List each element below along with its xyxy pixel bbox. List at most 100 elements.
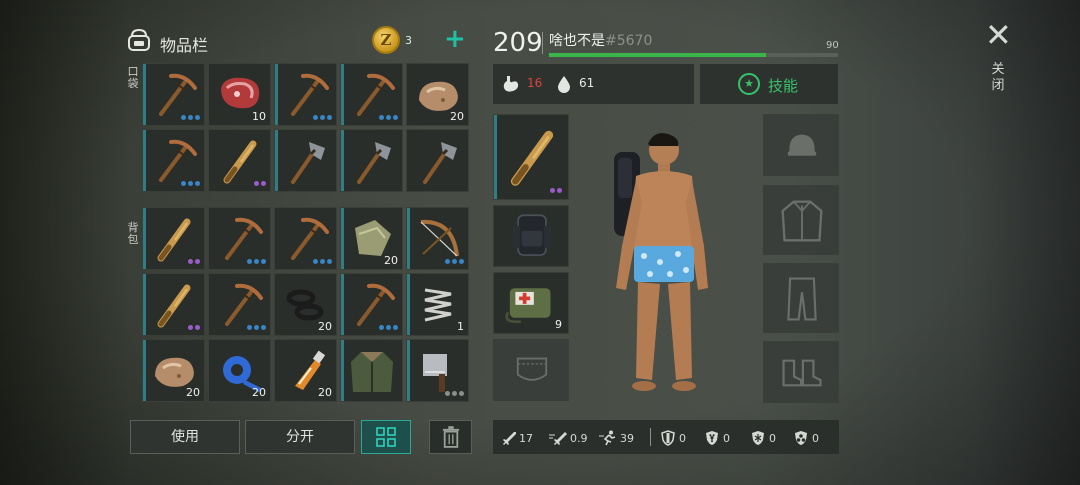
rarity-dots <box>379 115 398 120</box>
pocket-slot[interactable] <box>406 129 469 192</box>
pickaxe-icon <box>291 217 329 260</box>
pickaxe-icon <box>291 73 329 116</box>
pocket-slot[interactable] <box>142 129 205 192</box>
backpack-slot[interactable] <box>208 273 271 336</box>
damage-value: 17 <box>519 431 533 445</box>
item-count: 20 <box>318 386 332 399</box>
rarity-dots <box>247 325 266 330</box>
radiation-stat: 0 <box>704 430 730 446</box>
rarity-dots <box>313 115 332 120</box>
boots-outline-icon <box>782 359 822 387</box>
pickaxe-icon <box>159 73 197 116</box>
pocket-slot[interactable] <box>274 63 337 126</box>
pocket-grid: 10 20 <box>142 63 469 192</box>
split-button[interactable]: 分开 <box>245 420 355 454</box>
rarity-dots <box>181 115 200 120</box>
coin-icon: Z <box>372 26 400 54</box>
pocket-slot[interactable] <box>340 63 403 126</box>
move-speed-value: 39 <box>620 431 634 445</box>
backpack-slot[interactable]: 20 <box>142 339 205 402</box>
backpack-header-icon <box>128 28 150 51</box>
shield-icon <box>661 430 675 446</box>
backpack-slot[interactable]: 20 <box>274 339 337 402</box>
snowflake-shield-icon <box>752 431 764 445</box>
medkit-count: 9 <box>555 318 562 331</box>
rarity-dots <box>445 391 464 396</box>
torso-slot[interactable] <box>763 185 839 255</box>
survival-stats: 16 61 <box>493 64 694 104</box>
thirst-value: 61 <box>579 76 595 90</box>
trash-button[interactable] <box>429 420 472 454</box>
medkit-bag-icon <box>505 288 551 324</box>
backpack-slot[interactable]: 20 <box>208 339 271 402</box>
medkit-slot[interactable]: 9 <box>493 272 569 334</box>
add-coins-button[interactable]: + <box>444 24 466 54</box>
player-tag: #5670 <box>605 33 653 49</box>
legs-slot[interactable] <box>763 263 839 333</box>
backpack-slot[interactable] <box>406 339 469 402</box>
backpack-slot[interactable] <box>340 339 403 402</box>
damage-stat: 17 <box>500 430 533 446</box>
rarity-dots <box>188 259 200 264</box>
pocket-slot[interactable]: 20 <box>406 63 469 126</box>
attack-speed-value: 0.9 <box>570 431 588 445</box>
item-count: 20 <box>252 386 266 399</box>
pocket-slot[interactable] <box>493 339 569 401</box>
rarity-dots <box>188 325 200 330</box>
item-count: 20 <box>384 254 398 267</box>
close-button[interactable]: ✕ <box>985 19 1012 51</box>
rarity-dots <box>445 259 464 264</box>
grid-icon <box>376 427 396 447</box>
xp-bar <box>549 53 838 57</box>
level-divider <box>542 32 543 54</box>
backpack-slot[interactable] <box>340 273 403 336</box>
pickaxe-icon <box>357 73 395 116</box>
wooden-club-icon <box>157 284 191 328</box>
backpack-slot[interactable]: 20 <box>340 207 403 270</box>
helmet-icon <box>787 134 817 156</box>
pocket-slot[interactable] <box>208 129 271 192</box>
grid-view-button[interactable] <box>361 420 411 454</box>
water-drop-icon <box>558 76 570 93</box>
backpack-slot[interactable] <box>274 207 337 270</box>
backpack-slot[interactable]: 20 <box>274 273 337 336</box>
backpack-slot[interactable] <box>493 205 569 267</box>
bow-icon <box>420 219 459 257</box>
pickaxe-icon <box>357 283 395 326</box>
use-button[interactable]: 使用 <box>130 420 240 454</box>
cleaver-icon <box>423 354 447 392</box>
pants-outline-icon <box>787 277 817 321</box>
xp-value: 90 <box>826 40 839 51</box>
pocket-slot[interactable]: 10 <box>208 63 271 126</box>
player-name: 啥也不是#5670 <box>549 30 652 50</box>
skills-label: 技能 <box>768 77 799 95</box>
pickaxe-icon <box>159 139 197 182</box>
backpack-slot[interactable] <box>142 207 205 270</box>
xp-bar-fill <box>549 53 766 57</box>
backpack-slot[interactable]: 1 <box>406 273 469 336</box>
stone-hatchet-icon <box>291 142 325 184</box>
item-count: 10 <box>252 110 266 123</box>
head-slot[interactable] <box>763 114 839 176</box>
toxic-stat: 0 <box>793 430 819 446</box>
swift-sword-icon <box>549 432 567 445</box>
backpack-slot[interactable] <box>142 273 205 336</box>
skills-button[interactable]: ★ 技能 <box>700 64 838 104</box>
player-level: 209 <box>493 28 543 58</box>
pocket-slot[interactable] <box>142 63 205 126</box>
player-name-text: 啥也不是 <box>549 33 605 49</box>
toxic-value: 0 <box>812 431 819 445</box>
pocket-slot[interactable] <box>340 129 403 192</box>
feet-slot[interactable] <box>763 341 839 403</box>
stone-hatchet-icon <box>357 142 391 184</box>
close-label[interactable]: 关闭 <box>990 62 1006 94</box>
backpack-slot[interactable] <box>406 207 469 270</box>
cold-stat: 0 <box>750 430 776 446</box>
running-icon <box>599 430 616 446</box>
biohazard-shield-icon <box>795 431 807 445</box>
pocket-slot[interactable] <box>274 129 337 192</box>
item-count: 20 <box>186 386 200 399</box>
rarity-dots <box>379 325 398 330</box>
backpack-slot[interactable] <box>208 207 271 270</box>
weapon-slot[interactable] <box>493 114 569 200</box>
